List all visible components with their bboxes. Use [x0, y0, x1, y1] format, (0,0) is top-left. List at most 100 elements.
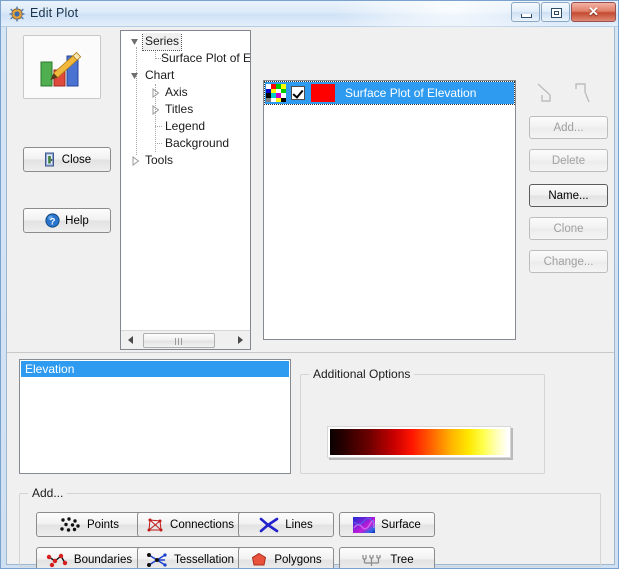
scrollbar-grip-icon	[175, 338, 183, 345]
expander-open-icon[interactable]	[129, 36, 141, 48]
maximize-icon	[551, 8, 562, 18]
name-series-button[interactable]: Name...	[529, 184, 608, 207]
add-boundaries-button-label: Boundaries	[73, 553, 133, 566]
series-list-row-label: Surface Plot of Elevation	[345, 86, 477, 100]
tessellation-icon	[146, 552, 168, 568]
title-bar: Edit Plot ✕	[1, 1, 618, 39]
window-title: Edit Plot	[30, 6, 79, 20]
tree-node-tools-label: Tools	[145, 153, 174, 167]
close-button-label: Close	[61, 153, 92, 166]
tree-node-series[interactable]: Series	[121, 33, 250, 51]
help-button-label: Help	[65, 214, 89, 227]
add-tree-button[interactable]: Tree	[339, 547, 435, 568]
add-connections-button-label: Connections	[170, 518, 234, 531]
help-button[interactable]: ? Help	[23, 208, 111, 233]
tree-node-titles[interactable]: Titles	[121, 101, 250, 118]
tree-elbow	[155, 126, 162, 127]
plot-preview-box	[23, 35, 101, 99]
tree-node-surface-plot-label: Surface Plot of El	[161, 51, 250, 65]
plot-gear-icon	[9, 6, 25, 22]
connections-icon	[146, 517, 164, 533]
scroll-left-arrow-icon[interactable]	[123, 332, 139, 348]
edit-plot-window: Edit Plot ✕ Close ? Help Series Surface …	[0, 0, 619, 569]
move-up-arrow-icon[interactable]	[532, 80, 558, 106]
series-color-swatch[interactable]	[311, 84, 335, 102]
add-lines-button-label: Lines	[285, 518, 313, 531]
hot-colormap-gradient	[330, 429, 508, 455]
add-boundaries-button[interactable]: Boundaries	[36, 547, 142, 568]
tree-node-legend[interactable]: Legend	[121, 118, 250, 135]
add-series-button[interactable]: Add...	[529, 116, 608, 139]
tree-elbow	[155, 143, 162, 144]
change-series-button-label: Change...	[543, 255, 594, 268]
maximize-button[interactable]	[541, 2, 570, 22]
tree-node-legend-label: Legend	[165, 119, 206, 133]
tree-node-titles-label: Titles	[165, 102, 194, 116]
tree-horizontal-scrollbar[interactable]	[121, 330, 250, 349]
lines-icon	[259, 517, 279, 533]
expander-collapsed-icon[interactable]	[149, 104, 161, 116]
tree-node-series-label: Series	[141, 33, 183, 51]
expander-collapsed-icon[interactable]	[149, 87, 161, 99]
add-points-button-label: Points	[87, 518, 119, 531]
tree-node-axis[interactable]: Axis	[121, 84, 250, 101]
data-source-list[interactable]: Elevation	[19, 359, 291, 474]
help-question-icon: ?	[45, 213, 60, 228]
delete-series-button-label: Delete	[551, 154, 586, 167]
add-points-button[interactable]: Points	[36, 512, 142, 537]
clone-series-button[interactable]: Clone	[529, 217, 608, 240]
add-lines-button[interactable]: Lines	[238, 512, 334, 537]
add-surface-button[interactable]: Surface	[339, 512, 435, 537]
tree-dendrogram-icon	[360, 552, 384, 568]
add-tree-button-label: Tree	[390, 553, 414, 566]
scatter-points-icon	[59, 516, 81, 533]
expander-collapsed-icon[interactable]	[129, 155, 141, 167]
exit-door-icon	[43, 152, 57, 167]
series-list-row[interactable]: Surface Plot of Elevation	[264, 81, 515, 105]
add-surface-button-label: Surface	[381, 518, 421, 531]
clone-series-button-label: Clone	[553, 222, 584, 235]
boundaries-icon	[46, 552, 68, 568]
add-connections-button[interactable]: Connections	[137, 512, 243, 537]
tree-node-background[interactable]: Background	[121, 135, 250, 152]
minimize-button[interactable]	[511, 2, 540, 22]
close-button[interactable]: Close	[23, 147, 111, 172]
svg-text:?: ?	[50, 216, 56, 227]
add-polygons-button-label: Polygons	[274, 553, 322, 566]
dialog-client-area: Close ? Help Series Surface Plot of El C…	[6, 27, 615, 568]
close-window-button[interactable]: ✕	[571, 2, 616, 22]
add-series-button-label: Add...	[553, 121, 584, 134]
tree-items: Series Surface Plot of El Chart Axis Tit…	[121, 33, 250, 328]
section-divider	[7, 352, 614, 353]
list-item[interactable]: Elevation	[21, 361, 289, 377]
expander-open-icon[interactable]	[129, 70, 141, 82]
tree-node-chart[interactable]: Chart	[121, 67, 250, 84]
minimize-icon	[521, 14, 532, 18]
plot-element-tree[interactable]: Series Surface Plot of El Chart Axis Tit…	[120, 30, 251, 350]
colormap-preview[interactable]	[327, 426, 511, 458]
add-tessellation-button[interactable]: Tessellation	[137, 547, 243, 568]
color-palette-icon[interactable]	[266, 84, 286, 102]
tree-node-tools[interactable]: Tools	[121, 152, 250, 169]
surface-texture-icon	[353, 516, 376, 533]
add-polygons-button[interactable]: Polygons	[238, 547, 334, 568]
tree-node-background-label: Background	[165, 136, 230, 150]
chart-pencil-icon	[36, 46, 88, 90]
tree-node-axis-label: Axis	[165, 85, 188, 99]
name-series-button-label: Name...	[548, 189, 589, 202]
delete-series-button[interactable]: Delete	[529, 149, 608, 172]
scroll-right-arrow-icon[interactable]	[232, 332, 248, 348]
series-list-panel[interactable]: Surface Plot of Elevation	[263, 80, 516, 340]
change-series-button[interactable]: Change...	[529, 250, 608, 273]
polygon-icon	[250, 552, 268, 568]
close-icon: ✕	[588, 4, 599, 19]
additional-options-title: Additional Options	[309, 367, 415, 381]
tree-node-chart-label: Chart	[145, 68, 175, 82]
add-group-title: Add...	[28, 486, 68, 500]
scrollbar-thumb[interactable]	[143, 333, 215, 348]
series-visible-checkbox[interactable]	[291, 86, 305, 100]
series-reorder-buttons	[526, 80, 608, 108]
tree-node-surface-plot[interactable]: Surface Plot of El	[121, 50, 250, 67]
add-tessellation-button-label: Tessellation	[173, 553, 235, 566]
move-down-arrow-icon[interactable]	[568, 80, 594, 106]
